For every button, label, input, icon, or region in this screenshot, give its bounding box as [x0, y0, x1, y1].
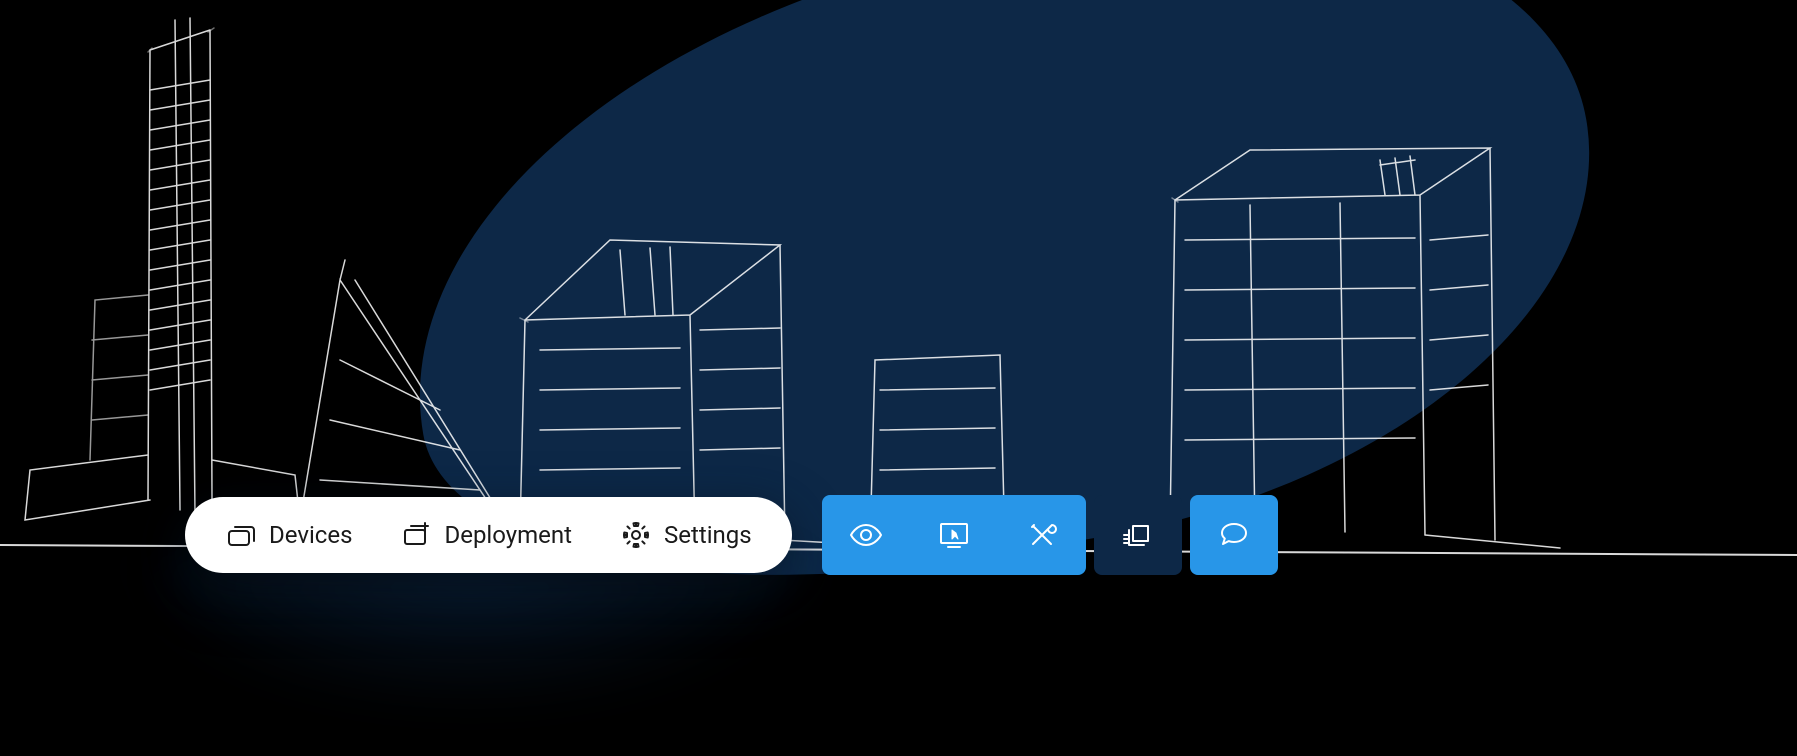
action-segment-2 [1094, 495, 1182, 575]
action-segment-3 [1190, 495, 1278, 575]
tools-button[interactable] [998, 495, 1086, 575]
settings-label: Settings [664, 521, 752, 549]
action-toolbar [822, 495, 1286, 575]
monitor-cursor-icon [936, 517, 972, 553]
toolbar-container: Devices Deployment Settings [185, 495, 1286, 575]
layers-button[interactable] [1094, 495, 1182, 575]
view-button[interactable] [822, 495, 910, 575]
toolbar-shadow [120, 555, 820, 715]
tools-icon [1024, 517, 1060, 553]
remote-control-button[interactable] [910, 495, 998, 575]
eye-icon [848, 517, 884, 553]
deployment-label: Deployment [444, 521, 572, 549]
main-toolbar: Devices Deployment Settings [185, 497, 792, 573]
action-segment-1 [822, 495, 1086, 575]
deployment-icon [400, 519, 432, 551]
layers-icon [1120, 517, 1156, 553]
chat-button[interactable] [1190, 495, 1278, 575]
chat-icon [1216, 517, 1252, 553]
deployment-button[interactable]: Deployment [400, 519, 572, 551]
gear-icon [620, 519, 652, 551]
devices-label: Devices [269, 521, 352, 549]
settings-button[interactable]: Settings [620, 519, 752, 551]
devices-icon [225, 519, 257, 551]
devices-button[interactable]: Devices [225, 519, 352, 551]
